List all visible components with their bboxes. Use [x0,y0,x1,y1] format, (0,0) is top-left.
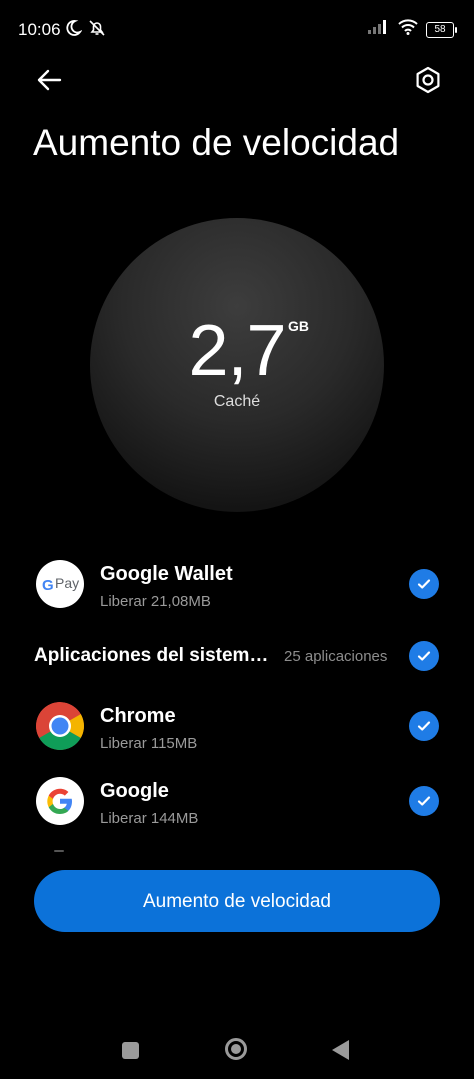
gear-icon [408,66,448,104]
google-pay-icon: G Pay [36,560,84,608]
signal-icon [368,20,390,39]
recents-icon[interactable] [122,1042,139,1059]
app-name: Google Wallet [100,563,233,585]
cache-orb: 2,7 GB Caché [90,218,384,512]
cache-value: 2,7 [188,311,286,391]
check-icon[interactable] [409,641,439,671]
cache-label: Caché [213,393,261,410]
check-icon[interactable] [409,786,439,816]
back-button[interactable] [30,60,70,100]
section-title-system-apps[interactable]: Aplicaciones del sistem… [34,645,268,667]
scroll-hint [54,850,64,852]
section-count: 25 aplicaciones [284,648,388,665]
app-detail: Liberar 21,08MB [100,593,211,610]
boost-button[interactable]: Aumento de velocidad [34,870,440,932]
chrome-icon [36,702,84,750]
check-icon[interactable] [409,569,439,599]
bell-off-icon [88,19,106,42]
app-name: Chrome [100,705,176,727]
google-icon [36,777,84,825]
settings-button[interactable] [408,60,448,100]
page-title: Aumento de velocidad [33,122,400,163]
app-name: Google [100,780,169,802]
cache-unit: GB [288,318,309,334]
list-item-google[interactable]: Google Liberar 144MB [0,773,474,843]
back-triangle-icon[interactable] [332,1040,349,1060]
battery-icon: 58 [426,21,457,38]
list-item-google-wallet[interactable]: G Pay Google Wallet Liberar 21,08MB [0,556,474,626]
moon-icon [64,19,83,42]
list-item-chrome[interactable]: Chrome Liberar 115MB [0,698,474,768]
wifi-icon [398,19,418,40]
app-detail: Liberar 144MB [100,810,199,827]
app-detail: Liberar 115MB [100,735,198,752]
google-pay-text: Pay [55,575,80,591]
status-time: 10:06 [18,20,61,39]
arrow-left-icon [30,69,70,104]
home-icon[interactable] [225,1038,247,1060]
status-bar: 10:06 58 [0,0,474,60]
check-icon[interactable] [409,711,439,741]
svg-text:G: G [42,577,54,594]
